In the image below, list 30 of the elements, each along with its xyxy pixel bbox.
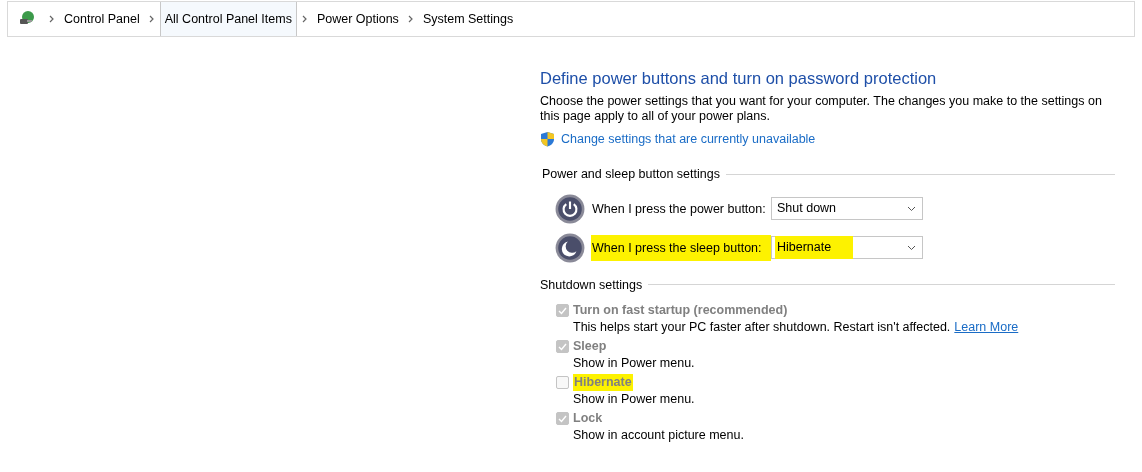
option-note: Show in Power menu. — [573, 355, 695, 373]
chevron-icon — [300, 15, 309, 23]
option-note: Show in Power menu. — [573, 391, 695, 409]
moon-icon — [555, 232, 585, 263]
power-icon — [555, 193, 585, 224]
option-label: Hibernate — [573, 374, 633, 392]
section-title: Power and sleep button settings — [542, 165, 720, 183]
breadcrumb-item[interactable]: Power Options — [312, 2, 403, 36]
page-heading: Define power buttons and turn on password protection — [540, 68, 938, 88]
option-note: Show in account picture menu. — [573, 427, 744, 445]
shield-icon — [540, 131, 555, 148]
setting-label: When I press the power button: — [591, 200, 767, 218]
action-dropdown[interactable]: Hibernate — [771, 236, 923, 259]
option-label: Turn on fast startup (recommended) — [573, 302, 788, 320]
breadcrumb-item[interactable]: Control Panel — [60, 2, 144, 36]
option-label: Sleep — [573, 338, 607, 356]
section-title: Shutdown settings — [540, 276, 643, 294]
chevron-icon — [406, 15, 415, 23]
caret-icon — [907, 205, 916, 212]
option-label: Lock — [573, 410, 603, 428]
admin-link[interactable]: Change settings that are currently unavailable — [561, 130, 816, 149]
description: Choose the power settings that you want for your computer. The changes you make to the settings on this page apply to all of your power plans. — [540, 94, 1103, 124]
action-dropdown[interactable]: Shut down — [771, 197, 923, 220]
caret-icon — [907, 244, 916, 251]
breadcrumb-item[interactable]: System Settings — [418, 2, 518, 36]
chevron-icon — [48, 15, 56, 23]
option-note: This helps start your PC faster after shutdown. Restart isn't affected. — [573, 319, 951, 337]
breadcrumb-item[interactable]: All Control Panel Items — [159, 2, 297, 36]
setting-label: When I press the sleep button: — [591, 234, 771, 261]
chevron-icon — [147, 15, 156, 23]
